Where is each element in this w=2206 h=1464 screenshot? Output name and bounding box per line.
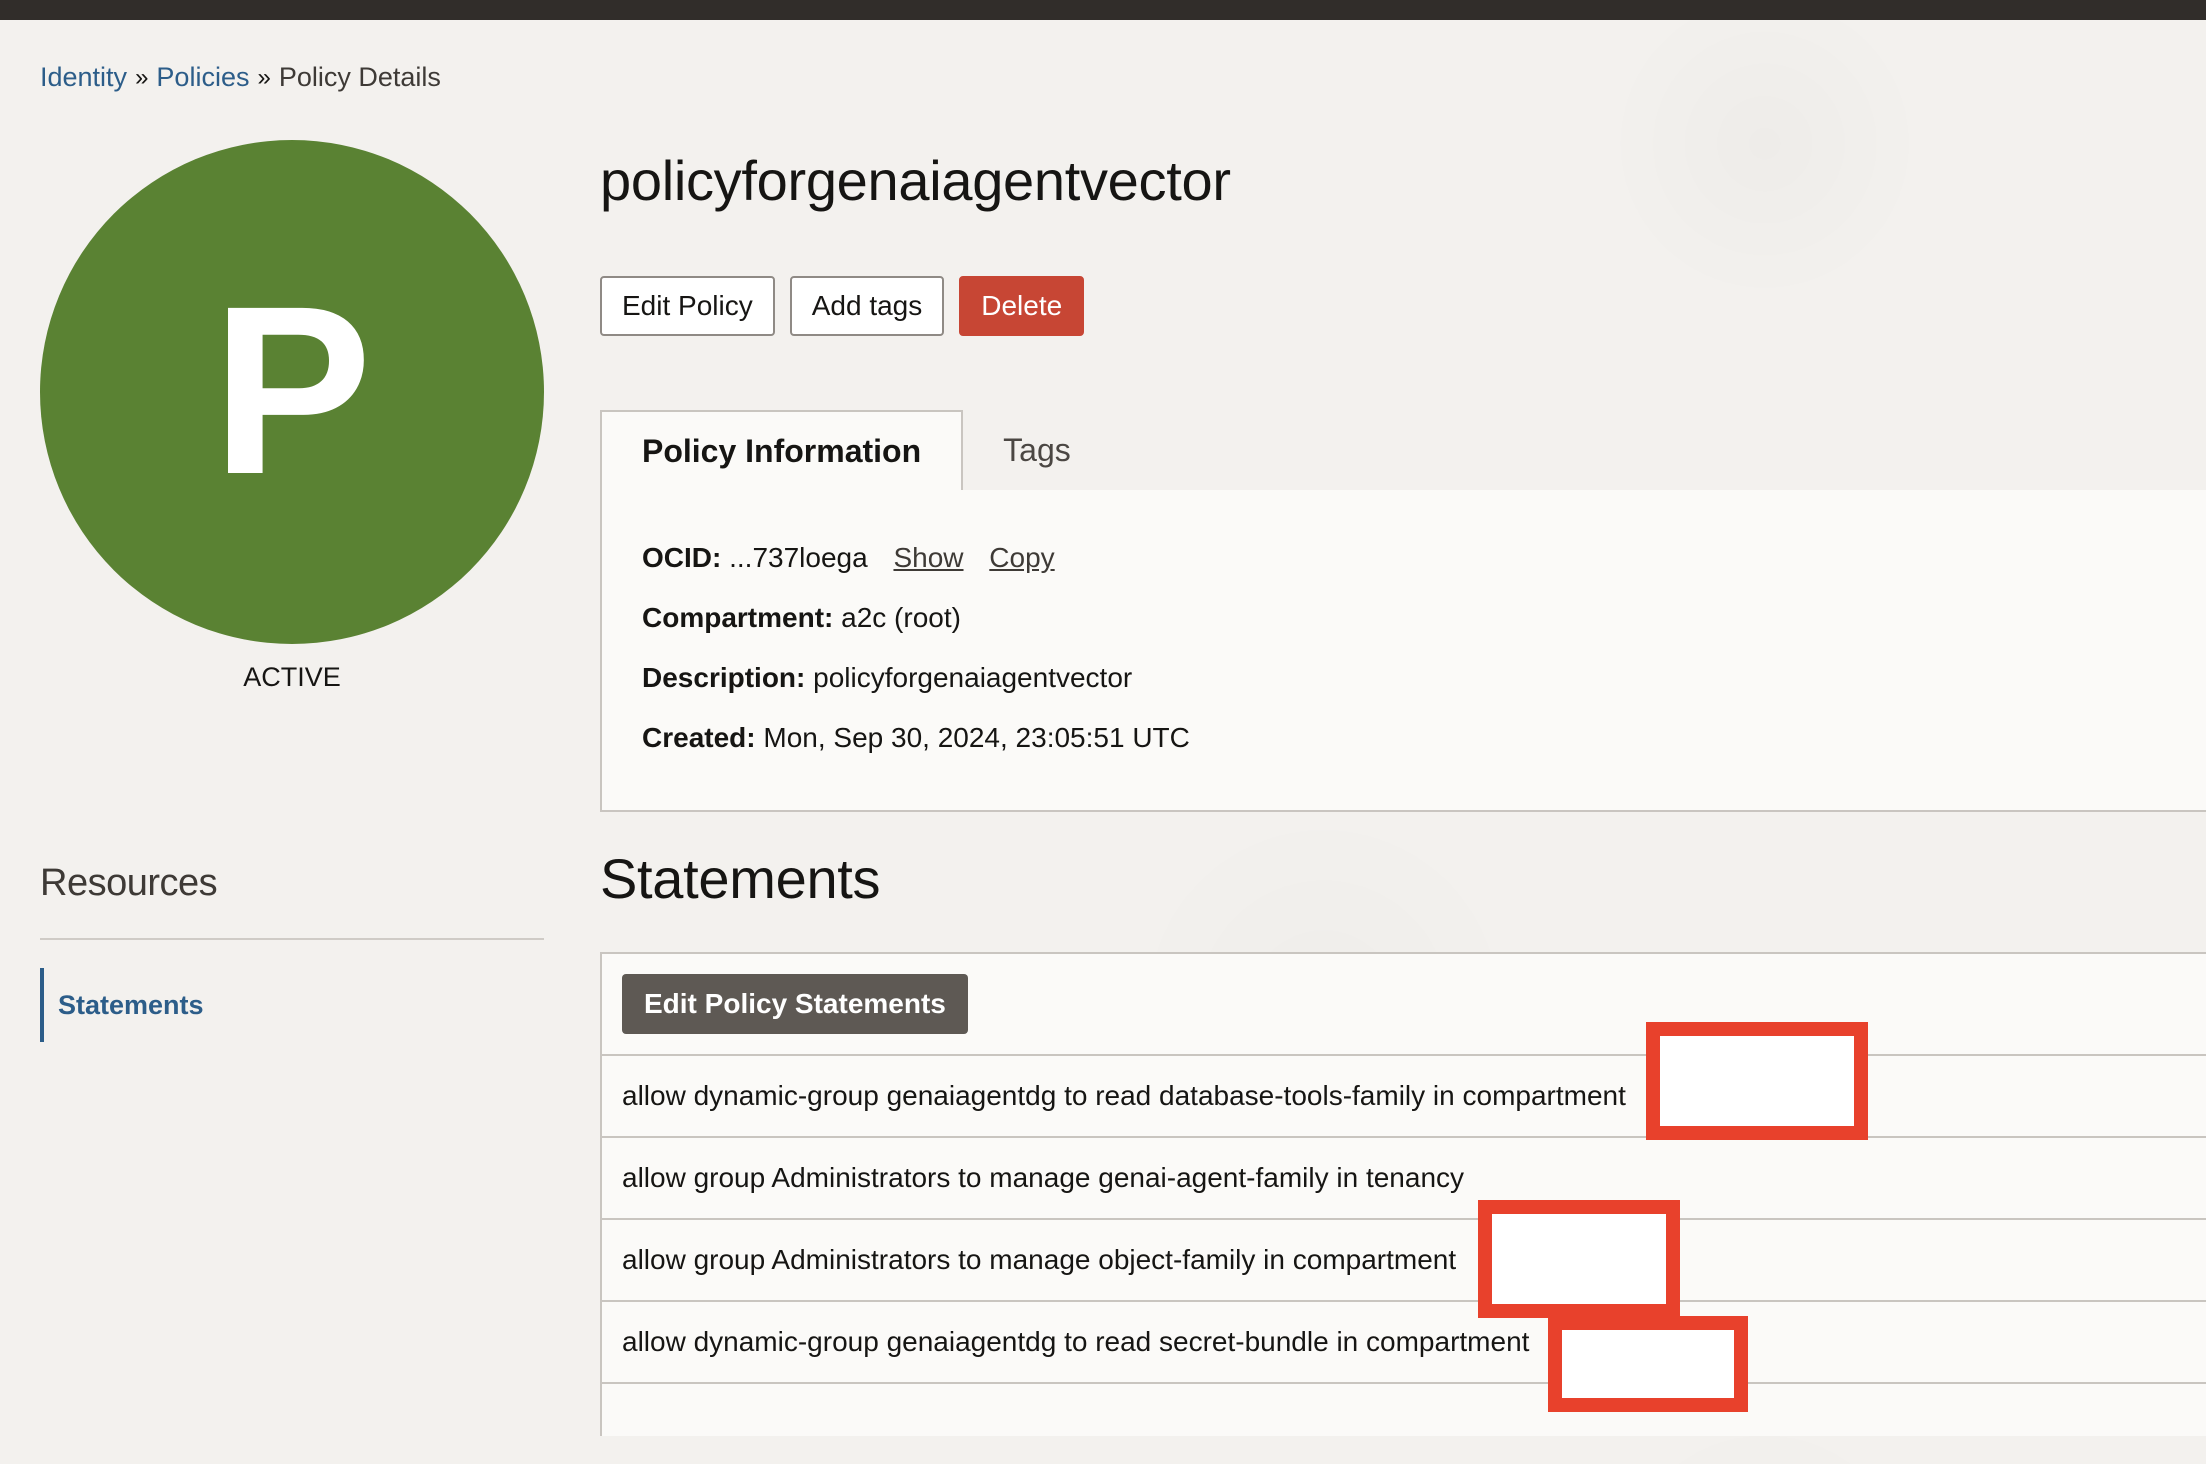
edit-policy-statements-button[interactable]: Edit Policy Statements [622,974,968,1034]
action-toolbar: Edit Policy Add tags Delete [600,276,1085,336]
statements-heading: Statements [600,847,881,910]
statements-panel: Edit Policy Statements allow dynamic-gro… [600,952,2206,1436]
tab-tags[interactable]: Tags [963,410,1111,490]
created-value: Mon, Sep 30, 2024, 23:05:51 UTC [763,722,1190,753]
delete-button[interactable]: Delete [959,276,1085,336]
breadcrumb-separator: » [135,63,149,91]
breadcrumb-policies[interactable]: Policies [156,62,249,93]
compartment-value: a2c (root) [841,602,961,633]
breadcrumb-separator: » [257,63,271,91]
redaction-box [1478,1200,1680,1318]
description-row: Description: policyforgenaiagentvector [642,662,1132,694]
resource-status: ACTIVE [243,662,341,692]
compartment-row: Compartment: a2c (root) [642,602,961,634]
statement-row: allow dynamic-group genaiagentdg to read… [602,1300,2206,1382]
statement-row: allow group Administrators to manage obj… [602,1218,2206,1300]
redaction-box [1548,1316,1748,1412]
ocid-row: OCID: ...737loega Show Copy [642,542,1055,574]
created-row: Created: Mon, Sep 30, 2024, 23:05:51 UTC [642,722,1190,754]
resources-heading: Resources [40,862,218,904]
breadcrumb: Identity » Policies » Policy Details [40,62,441,93]
avatar-letter: P [211,256,373,524]
ocid-value: ...737loega [729,542,868,573]
detail-tabs: Policy Information Tags [600,410,2206,492]
edit-policy-button[interactable]: Edit Policy [600,276,775,336]
breadcrumb-identity[interactable]: Identity [40,62,127,93]
tab-policy-information[interactable]: Policy Information [600,410,964,492]
policy-information-panel: OCID: ...737loega Show Copy Compartment:… [600,490,2206,812]
statement-row-empty [602,1382,2206,1464]
description-label: Description: [642,662,806,693]
description-value: policyforgenaiagentvector [813,662,1133,693]
ocid-show-link[interactable]: Show [893,542,963,573]
ocid-copy-link[interactable]: Copy [989,542,1054,573]
resources-item-statements[interactable]: Statements [40,968,204,1042]
resource-avatar: P [40,140,544,644]
top-navigation-bar [0,0,2206,20]
redaction-box [1646,1022,1868,1140]
page-title: policyforgenaiagentvector [600,149,1231,212]
resources-divider [40,938,544,940]
statement-row: allow group Administrators to manage gen… [602,1136,2206,1218]
statement-row: allow dynamic-group genaiagentdg to read… [602,1054,2206,1136]
ocid-label: OCID: [642,542,722,573]
add-tags-button[interactable]: Add tags [789,276,945,336]
breadcrumb-current: Policy Details [278,62,441,92]
compartment-label: Compartment: [642,602,834,633]
created-label: Created: [642,722,756,753]
